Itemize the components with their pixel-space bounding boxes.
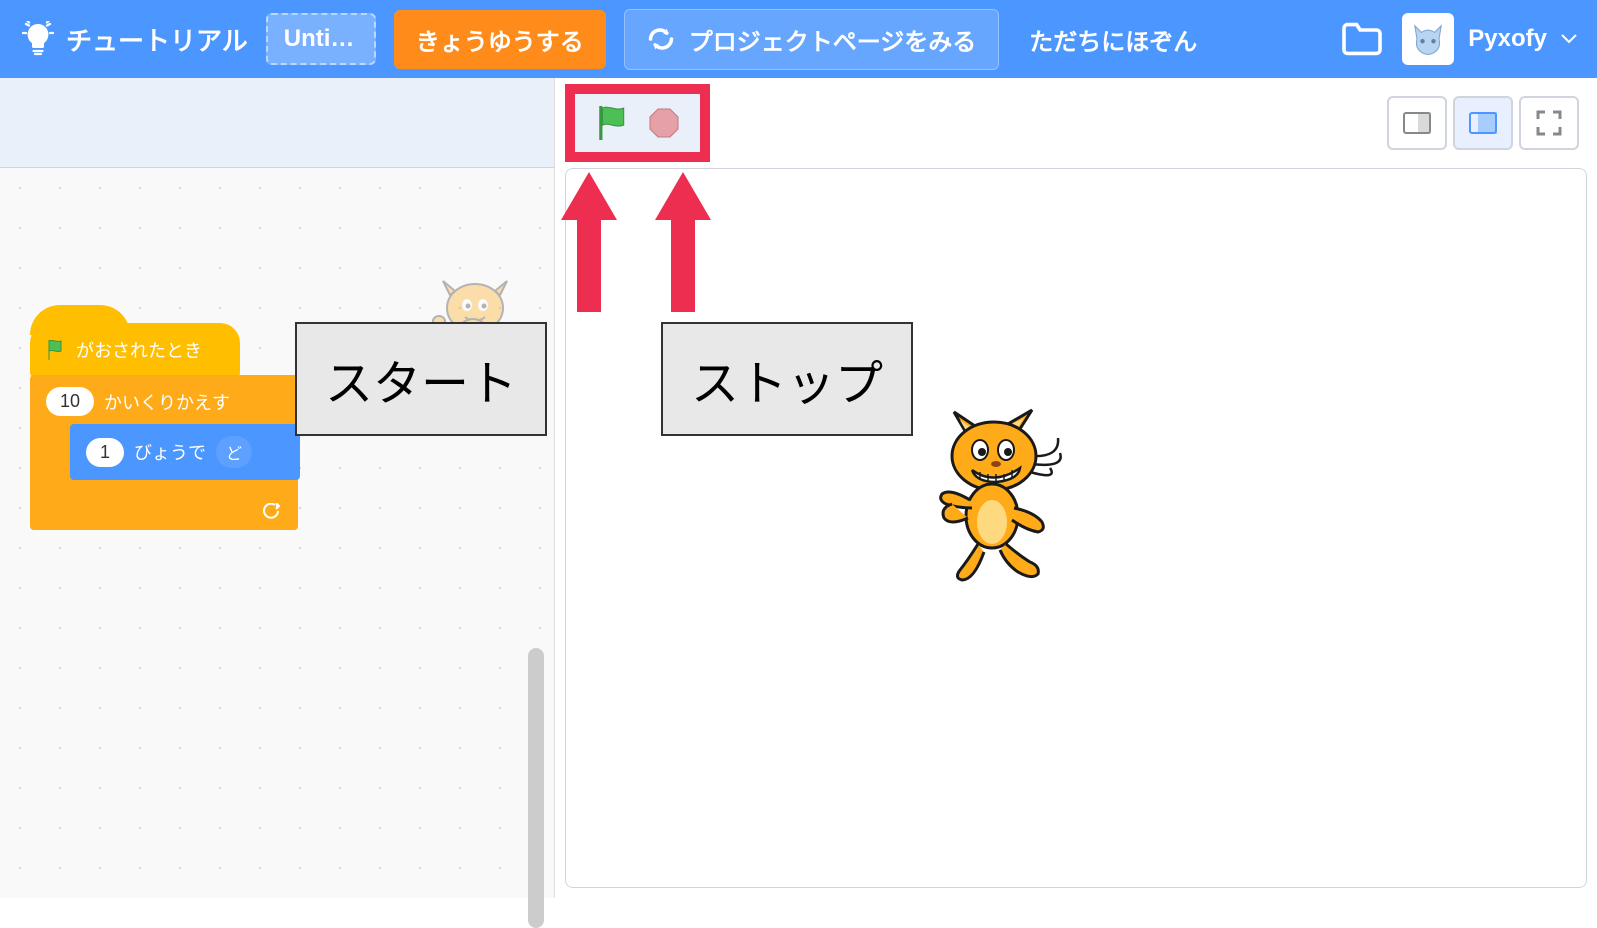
fullscreen-button[interactable] [1519,96,1579,150]
start-arrow-annotation [561,172,617,312]
highlighted-controls [565,84,710,162]
main-area: がおされたとき 10 かいくりかえす 1 びょうで ど [0,78,1597,898]
refresh-icon [647,27,675,51]
large-stage-button[interactable] [1453,96,1513,150]
glide-block[interactable]: 1 びょうで ど [70,424,300,480]
small-stage-button[interactable] [1387,96,1447,150]
cat-avatar-icon [1406,17,1450,61]
block-label: がおされたとき [76,337,202,363]
view-project-label: プロジェクトページをみる [689,22,977,57]
avatar [1402,13,1454,65]
start-label-annotation: スタート [295,322,547,436]
project-title-input[interactable]: Untit… [266,13,376,65]
stop-label-annotation: ストップ [661,322,913,436]
share-button[interactable]: きょうゆうする [394,10,606,69]
block-label: かいくりかえす [104,389,230,415]
save-now-button[interactable]: ただちにほぞん [1029,22,1197,57]
glide-target-input[interactable]: ど [216,436,252,468]
tutorial-button[interactable]: チュートリアル [20,21,248,58]
stage-panel: スタート ストップ [555,78,1597,898]
view-toggles [1387,96,1579,150]
user-menu[interactable]: Pyxofy [1402,13,1577,65]
flag-icon [46,339,66,361]
block-stack[interactable]: がおされたとき 10 かいくりかえす 1 びょうで ど [30,323,298,530]
tutorial-label: チュートリアル [66,21,248,58]
header-bar: チュートリアル Untit… きょうゆうする プロジェクトページをみる ただちに… [0,0,1597,78]
loop-arrow-icon [260,503,282,521]
username-label: Pyxofy [1468,25,1547,53]
code-panel-header [0,78,554,168]
when-flag-clicked-block[interactable]: がおされたとき [30,323,240,377]
code-panel[interactable]: がおされたとき 10 かいくりかえす 1 びょうで ど [0,78,555,898]
folder-icon[interactable] [1340,21,1384,57]
stage-controls [555,78,1597,168]
stop-arrow-annotation [655,172,711,312]
repeat-count-input[interactable]: 10 [46,387,94,416]
glide-secs-input[interactable]: 1 [86,438,124,467]
view-project-button[interactable]: プロジェクトページをみる [624,9,1000,70]
block-label: びょうで [134,439,206,465]
scrollbar[interactable] [528,648,544,928]
repeat-block[interactable]: 10 かいくりかえす 1 びょうで ど [30,375,298,530]
cat-sprite[interactable] [930,408,1090,593]
chevron-down-icon [1561,34,1577,44]
lightbulb-icon [20,21,56,57]
stop-button[interactable] [648,107,680,139]
green-flag-button[interactable] [596,106,628,140]
